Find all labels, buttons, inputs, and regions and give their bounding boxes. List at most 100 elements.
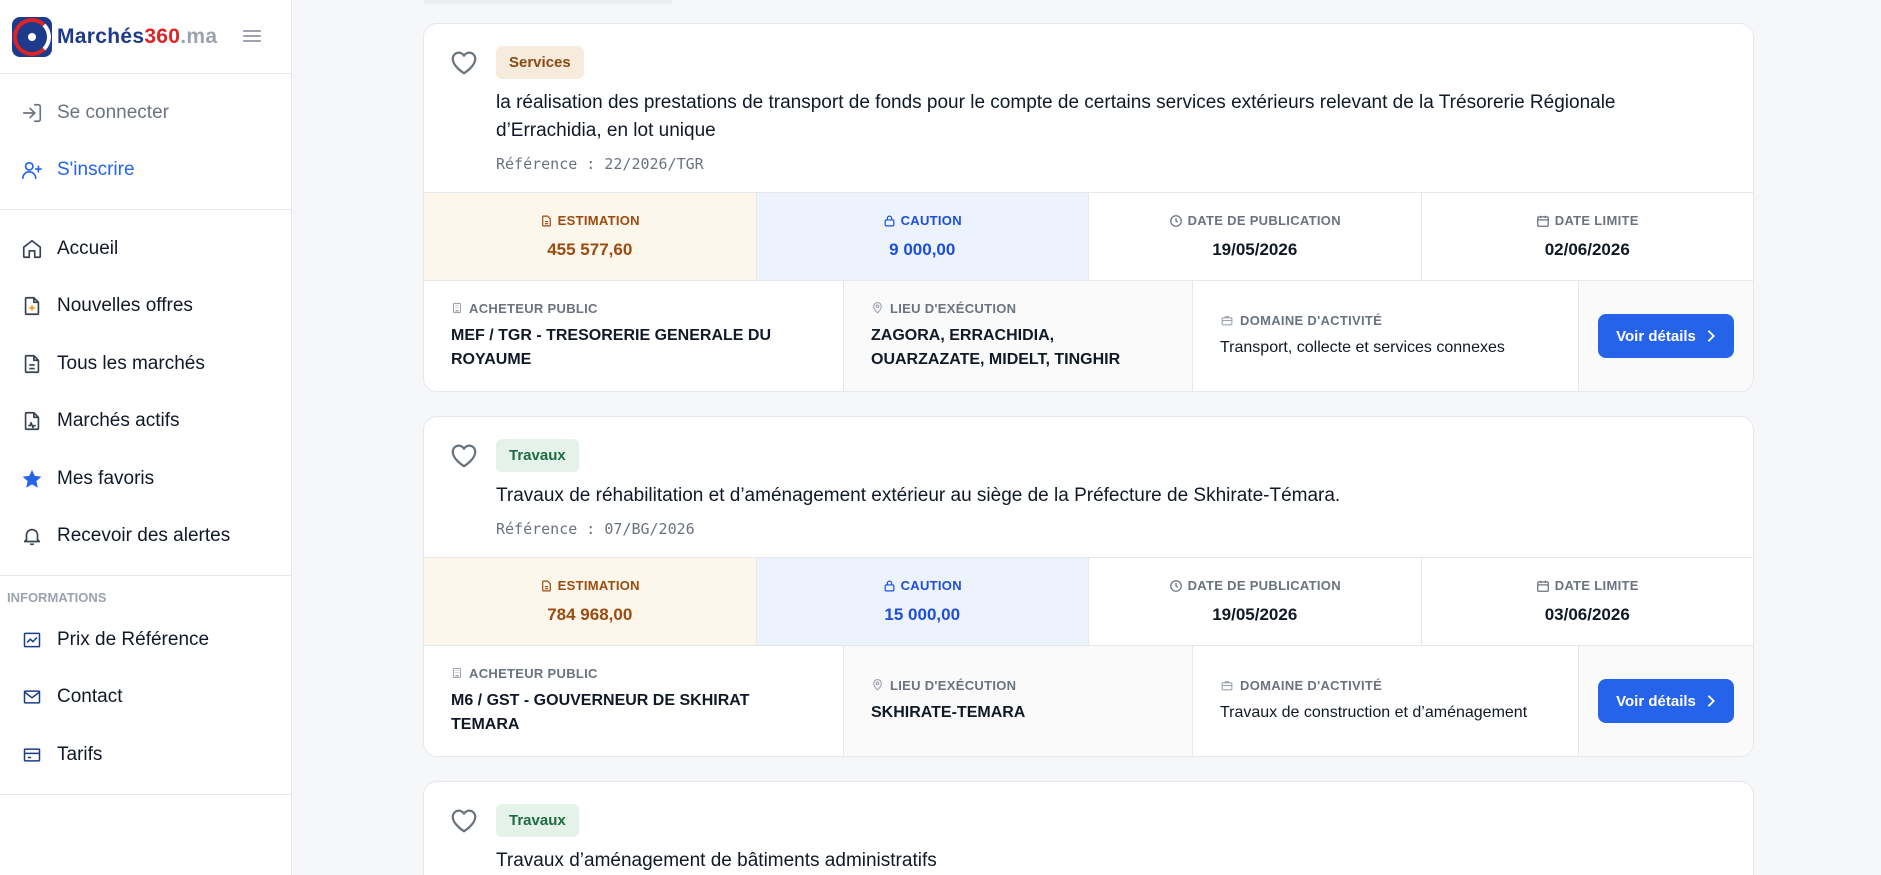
bell-icon (20, 524, 44, 548)
main-content[interactable]: Services la réalisation des prestations … (292, 0, 1881, 875)
tender-title[interactable]: Travaux d’aménagement de bâtiments admin… (496, 847, 1723, 875)
credit-card-icon (20, 743, 44, 767)
building-icon (453, 303, 461, 313)
sidebar-item-all-markets[interactable]: Tous les marchés (0, 335, 291, 393)
brand-header: Marchés360.ma (0, 0, 291, 74)
caution-value: 9 000,00 (889, 240, 956, 259)
map-pin-icon (873, 302, 882, 314)
card-header: Travaux Travaux d’aménagement de bâtimen… (424, 782, 1753, 875)
deadline-value: 03/06/2026 (1544, 605, 1630, 624)
caution-label: CAUTION (900, 578, 962, 593)
info-row: ACHETEUR PUBLIC M6 / GST - GOUVERNEUR DE… (424, 645, 1753, 756)
estimation-cell: ESTIMATION 455 577,60 (424, 193, 757, 280)
buyer-value: MEF / TGR - TRESORERIE GENERALE DU ROYAU… (451, 326, 772, 368)
user-plus-icon (20, 158, 44, 182)
stats-row: ESTIMATION 455 577,60 CAUTION 9 000,00 D… (424, 192, 1753, 280)
tender-title[interactable]: la réalisation des prestations de transp… (496, 89, 1723, 145)
deadline-cell: DATE LIMITE 03/06/2026 (1422, 558, 1754, 645)
tender-card: Travaux Travaux de réhabilitation et d’a… (423, 416, 1754, 757)
location-cell: LIEU D'EXÉCUTION ZAGORA, ERRACHIDIA, OUA… (844, 281, 1193, 391)
view-details-button[interactable]: Voir détails (1598, 314, 1734, 358)
heart-icon[interactable] (449, 441, 479, 469)
brand-part-2: 360 (144, 24, 181, 48)
estimation-label: ESTIMATION (557, 213, 640, 228)
heart-icon[interactable] (449, 48, 479, 76)
deadline-label: DATE LIMITE (1554, 578, 1639, 593)
button-label: Voir détails (1616, 692, 1696, 710)
domain-value: Travaux de construction et d’aménagement (1220, 703, 1528, 721)
mail-icon (20, 685, 44, 709)
login-icon (20, 101, 44, 125)
lock-icon (884, 215, 895, 226)
buyer-cell: ACHETEUR PUBLIC MEF / TGR - TRESORERIE G… (424, 281, 844, 391)
sidebar-item-active-markets[interactable]: Marchés actifs (0, 393, 291, 451)
card-header: Travaux Travaux de réhabilitation et d’a… (424, 417, 1753, 557)
sidebar-item-label: Prix de Référence (57, 628, 210, 650)
sidebar-item-login[interactable]: Se connecter (0, 84, 291, 142)
tender-reference: Référence : 07/BG/2026 (496, 520, 695, 538)
caution-label: CAUTION (900, 213, 962, 228)
sidebar-item-label: Accueil (57, 237, 119, 259)
sidebar-item-register[interactable]: S'inscrire (0, 142, 291, 200)
deadline-cell: DATE LIMITE 02/06/2026 (1422, 193, 1754, 280)
estimation-value: 784 968,00 (547, 605, 633, 624)
sidebar-item-favorites[interactable]: Mes favoris (0, 450, 291, 508)
sidebar-item-new-offers[interactable]: Nouvelles offres (0, 278, 291, 336)
briefcase-icon (1221, 680, 1233, 690)
home-icon (20, 237, 44, 261)
chevron-right-icon (1707, 695, 1715, 707)
sidebar-item-label: Contact (57, 686, 123, 708)
location-value: SKHIRATE-TEMARA (871, 703, 1026, 721)
caution-cell: CAUTION 15 000,00 (756, 558, 1089, 645)
building-icon (453, 668, 461, 678)
star-icon (20, 467, 44, 491)
category-badge: Travaux (496, 804, 579, 837)
sidebar-item-pricing[interactable]: Tarifs (0, 726, 291, 784)
sidebar-item-alerts[interactable]: Recevoir des alertes (0, 508, 291, 566)
sidebar-item-label: Mes favoris (57, 467, 155, 489)
estimation-value: 455 577,60 (547, 240, 633, 259)
domain-label: DOMAINE D'ACTIVITÉ (1240, 677, 1383, 693)
calendar-icon (1536, 580, 1549, 592)
domain-label: DOMAINE D'ACTIVITÉ (1240, 312, 1383, 328)
location-label: LIEU D'EXÉCUTION (890, 300, 1017, 316)
sidebar-item-label: Tous les marchés (57, 352, 205, 374)
briefcase-icon (1221, 315, 1233, 325)
sidebar-item-reference-prices[interactable]: Prix de Référence (0, 611, 291, 669)
buyer-label: ACHETEUR PUBLIC (469, 300, 598, 316)
deadline-value: 02/06/2026 (1544, 240, 1630, 259)
sidebar-item-contact[interactable]: Contact (0, 669, 291, 727)
button-label: Voir détails (1616, 327, 1696, 345)
logo-icon[interactable] (12, 16, 52, 57)
estimation-cell: ESTIMATION 784 968,00 (424, 558, 757, 645)
document-icon (541, 215, 551, 226)
sidebar-item-home[interactable]: Accueil (0, 220, 291, 278)
brand-part-1: Marchés (57, 24, 145, 48)
caution-cell: CAUTION 9 000,00 (756, 193, 1089, 280)
menu-toggle-icon[interactable] (243, 27, 261, 45)
publication-label: DATE DE PUBLICATION (1187, 213, 1341, 228)
card-header: Services la réalisation des prestations … (424, 24, 1753, 192)
deadline-label: DATE LIMITE (1554, 213, 1639, 228)
brand-name[interactable]: Marchés360.ma (57, 25, 217, 49)
stats-row: ESTIMATION 784 968,00 CAUTION 15 000,00 … (424, 557, 1753, 645)
sidebar-item-label: Nouvelles offres (57, 295, 193, 317)
clock-icon (1169, 579, 1182, 592)
tender-reference: Référence : 22/2026/TGR (496, 155, 704, 173)
view-details-button[interactable]: Voir détails (1598, 679, 1734, 723)
tender-title[interactable]: Travaux de réhabilitation et d’aménageme… (496, 482, 1723, 510)
file-new-icon (20, 294, 44, 318)
sidebar-item-label: Se connecter (57, 101, 169, 123)
category-badge: Travaux (496, 439, 579, 472)
domain-cell: DOMAINE D'ACTIVITÉ Transport, collecte e… (1193, 281, 1579, 391)
tender-card: Services la réalisation des prestations … (423, 23, 1754, 392)
buyer-value: M6 / GST - GOUVERNEUR DE SKHIRAT TEMARA (451, 691, 750, 733)
publication-label: DATE DE PUBLICATION (1187, 578, 1341, 593)
tender-card: Travaux Travaux d’aménagement de bâtimen… (423, 781, 1754, 875)
publication-date-value: 19/05/2026 (1212, 605, 1298, 624)
calendar-icon (1536, 215, 1549, 227)
document-icon (541, 580, 551, 591)
location-value: ZAGORA, ERRACHIDIA, OUARZAZATE, MIDELT, … (871, 326, 1121, 368)
buyer-label: ACHETEUR PUBLIC (469, 665, 598, 681)
heart-icon[interactable] (449, 806, 479, 834)
